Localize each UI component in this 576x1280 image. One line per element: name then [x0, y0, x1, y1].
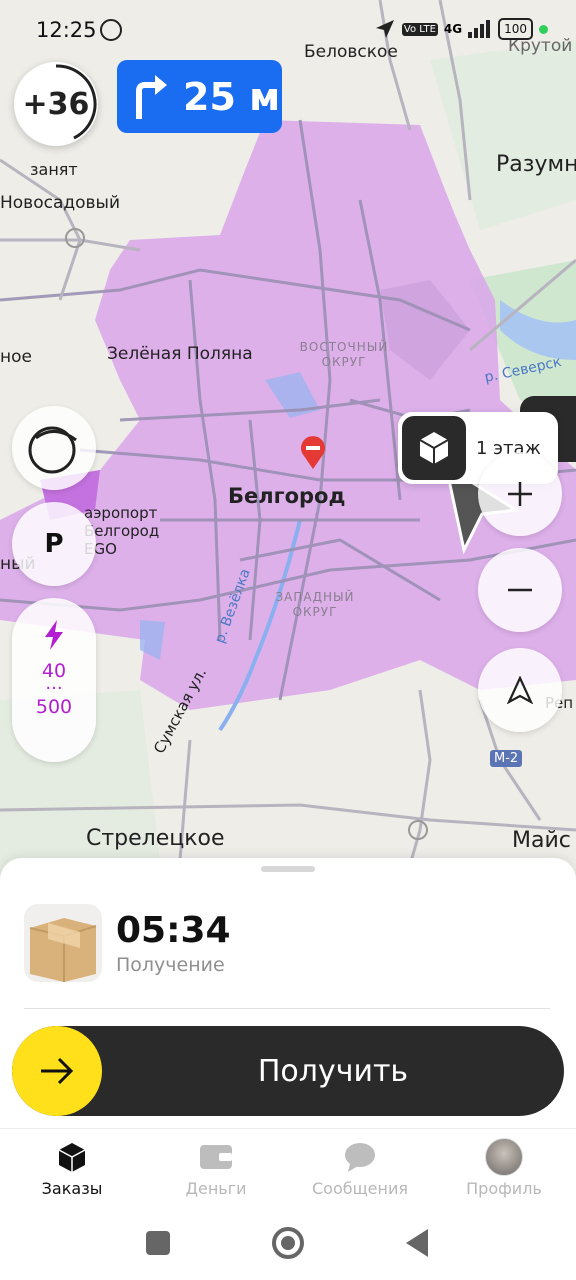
status-bar: 12:25 Vo LTE 4G 100: [0, 0, 576, 60]
system-nav-bar: [0, 1208, 576, 1280]
location-arrow-icon: [375, 20, 394, 38]
tab-money[interactable]: Деньги: [144, 1129, 288, 1208]
battery-indicator: 100: [498, 18, 533, 40]
app-screen: Беловское Крутой Разумн Новосадовый Зелё…: [0, 0, 576, 1280]
status-icons: Vo LTE 4G 100: [374, 18, 548, 40]
maneuver-banner[interactable]: 25 м: [117, 60, 282, 133]
surge-max: 500: [35, 696, 73, 718]
wallet-icon: [200, 1145, 232, 1169]
turn-right-icon: [136, 74, 167, 119]
parcel-box-icon: [24, 904, 102, 982]
zoom-in-button[interactable]: [478, 452, 562, 536]
receive-label: Получить: [257, 1054, 409, 1089]
zoom-out-button[interactable]: [478, 548, 562, 632]
surge-dots: ···: [45, 678, 63, 699]
package-icon: [58, 1143, 86, 1172]
map-label-zapadny-district: ЗАПАДНЫЙ ОКРУГ: [275, 590, 355, 619]
progress-ring-icon: [55, 64, 97, 140]
tab-profile[interactable]: Профиль: [432, 1129, 576, 1208]
orbit-icon: [28, 426, 77, 474]
surge-button[interactable]: 40 ··· 500: [12, 598, 96, 762]
tab-orders[interactable]: Заказы: [0, 1129, 144, 1208]
tab-money-label: Деньги: [185, 1179, 247, 1198]
tab-bar: Заказы Деньги Сообщения Профиль: [0, 1128, 576, 1208]
lightning-icon: [45, 620, 63, 650]
map-label-vostochny-district: ВОСТОЧНЫЙ ОКРУГ: [299, 340, 389, 369]
tab-profile-label: Профиль: [466, 1179, 542, 1198]
map-label-belgorod: Белгород: [228, 484, 346, 508]
tab-orders-label: Заказы: [41, 1179, 103, 1198]
map-label-streletskoe: Стрелецкое: [86, 826, 225, 851]
sheet-grabber[interactable]: [261, 866, 315, 872]
map-label-m2-highway: М-2: [490, 750, 523, 767]
map-label-razumnoe: Разумн: [496, 152, 576, 177]
order-timer: 05:34: [116, 910, 231, 951]
building-cube-icon: [402, 416, 466, 480]
signal-icon: [468, 20, 491, 38]
map-label-mays: Майс: [512, 828, 571, 853]
tab-messages[interactable]: Сообщения: [288, 1129, 432, 1208]
maneuver-distance: 25 м: [183, 74, 281, 119]
status-time: 12:25: [36, 18, 97, 42]
compass-button[interactable]: [478, 648, 562, 732]
network-type: 4G: [443, 22, 463, 36]
map-label-airport: аэропорт Белгород EGO: [84, 504, 160, 558]
recents-button[interactable]: [146, 1231, 170, 1255]
orbit-button[interactable]: [12, 406, 96, 490]
map-label-novosadovy: Новосадовый: [0, 193, 121, 213]
road-closed-icon[interactable]: [300, 436, 326, 470]
recording-dot-icon: [539, 24, 548, 34]
navigation-arrow-icon: [507, 676, 533, 704]
order-stage: Получение: [116, 954, 225, 976]
avatar-icon: [485, 1138, 523, 1176]
sync-check-icon: [100, 19, 122, 41]
parking-label: P: [44, 529, 64, 559]
plus-icon: [508, 482, 532, 506]
sheet-divider: [24, 1008, 550, 1009]
tab-messages-label: Сообщения: [311, 1179, 408, 1198]
chat-icon: [345, 1143, 375, 1172]
map-label-zelenaya-polyana: Зелёная Поляна: [107, 344, 253, 364]
parking-button[interactable]: P: [12, 502, 96, 586]
map-label-noe: ное: [0, 347, 32, 367]
arrow-right-icon: [41, 1057, 74, 1085]
order-sheet[interactable]: 05:34 Получение Получить: [0, 858, 576, 1128]
receive-slider-button[interactable]: Получить: [12, 1026, 564, 1116]
home-button[interactable]: [272, 1227, 304, 1259]
courier-status: занят: [30, 160, 78, 179]
back-button[interactable]: [406, 1229, 428, 1257]
slider-knob[interactable]: [12, 1026, 102, 1116]
minus-icon: [508, 588, 532, 592]
volte-icon: Vo LTE: [401, 22, 438, 36]
